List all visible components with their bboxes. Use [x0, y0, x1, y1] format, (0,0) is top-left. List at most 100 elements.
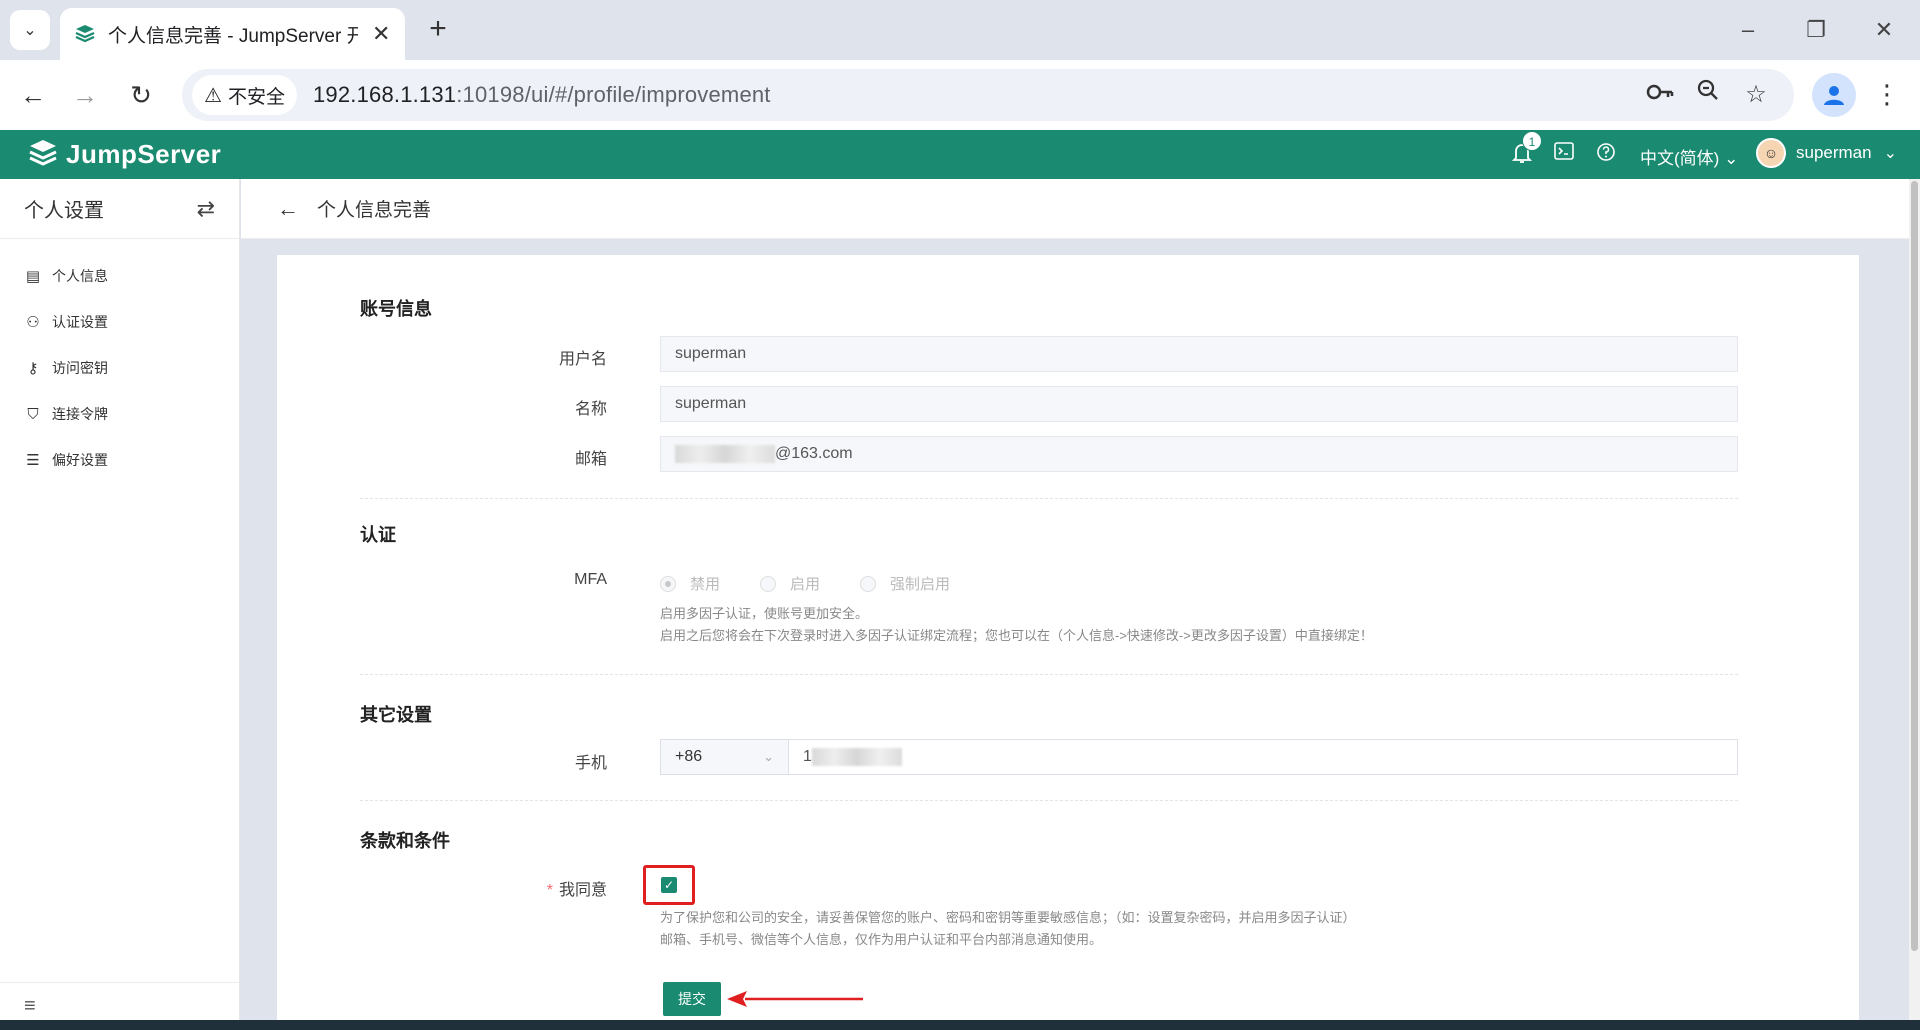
chevron-down-icon: ⌄: [1883, 145, 1898, 162]
address-bar[interactable]: ⚠ 不安全 192.168.1.131:10198/ui/#/profile/i…: [182, 69, 1794, 121]
mfa-option-enable[interactable]: 启用: [760, 573, 820, 594]
country-code-select[interactable]: +86 ⌄: [661, 740, 789, 774]
sidebar-header: 个人设置 ⇄: [0, 179, 239, 239]
help-icon[interactable]: [1596, 142, 1616, 168]
close-icon[interactable]: ✕: [372, 21, 390, 47]
browser-toolbar: ← → ↻ ⚠ 不安全 192.168.1.131:10198/ui/#/pro…: [0, 60, 1920, 130]
window-close-button[interactable]: ✕: [1864, 12, 1904, 48]
auth-section-title: 认证: [360, 525, 396, 545]
user-auth-icon: ⚇: [26, 314, 40, 331]
phone-label: 手机: [574, 755, 607, 772]
sidebar-title: 个人设置: [24, 200, 104, 222]
mfa-label: MFA: [574, 571, 607, 588]
agree-label-text: 我同意: [558, 882, 607, 899]
page-title: 个人信息完善: [317, 200, 432, 221]
radio-label: 启用: [790, 576, 821, 593]
terms-help-line-1: 为了保护您和公司的安全，请妥善保管您的账户、密码和密钥等重要敏感信息；（如：设置…: [660, 910, 1356, 925]
avatar: ☺: [1756, 138, 1786, 168]
sidebar-item-connection-token[interactable]: ⛉ 连接令牌: [0, 391, 239, 437]
sidebar-item-label: 认证设置: [52, 314, 108, 330]
security-label: 不安全: [227, 86, 285, 108]
terminal-icon[interactable]: [1554, 142, 1574, 166]
terms-section-title: 条款和条件: [360, 831, 450, 851]
blurred-text: [811, 748, 902, 766]
sidebar-item-preferences[interactable]: ☰ 偏好设置: [0, 437, 239, 483]
logo[interactable]: JumpServer: [28, 138, 221, 170]
name-input[interactable]: superman: [660, 386, 1738, 422]
name-label: 名称: [574, 401, 607, 418]
language-selector[interactable]: 中文(简体) ⌄: [1640, 144, 1738, 169]
notification-badge: 1: [1522, 131, 1542, 151]
minimize-button[interactable]: –: [1728, 12, 1768, 48]
form-card: 账号信息 用户名 superman 名称 superman 邮箱 @163.co…: [277, 255, 1859, 1030]
forward-button[interactable]: →: [66, 76, 104, 114]
tab-title: 个人信息完善 - JumpServer 开: [108, 25, 358, 47]
profile-button[interactable]: [1812, 73, 1856, 117]
radio-label: 禁用: [690, 576, 721, 593]
browser-menu-button[interactable]: ⋮: [1872, 76, 1902, 114]
mfa-option-force[interactable]: 强制启用: [860, 573, 950, 594]
url-host: 192.168.1.131: [312, 82, 457, 107]
id-card-icon: ▤: [25, 268, 41, 285]
phone-input[interactable]: 1: [789, 740, 902, 774]
browser-tabbar: ⌄ 个人信息完善 - JumpServer 开 ✕ + – ❐ ✕: [0, 0, 1920, 60]
jumpserver-favicon-icon: [75, 25, 95, 43]
username-input[interactable]: superman: [660, 336, 1738, 372]
scrollbar-thumb[interactable]: [1911, 181, 1918, 951]
chevron-down-icon: ⌄: [763, 749, 774, 764]
agree-label: * 我同意: [477, 876, 607, 900]
phone-prefix: 1: [803, 748, 812, 765]
email-input[interactable]: @163.com: [660, 436, 1738, 472]
tab-search-button[interactable]: ⌄: [10, 10, 50, 50]
mfa-help-line-2: 启用之后您将会在下次登录时进入多因子认证绑定流程；您也可以在（个人信息->快速修…: [660, 628, 1373, 643]
security-indicator[interactable]: ⚠ 不安全: [192, 75, 297, 115]
page-scrollbar[interactable]: [1909, 179, 1920, 1030]
back-arrow-icon[interactable]: ←: [277, 196, 299, 222]
username-label: 用户名: [558, 351, 607, 368]
sidebar: 个人设置 ⇄ ▤ 个人信息 ⚇ 认证设置 ⚷ 访问密钥 ⛉ 连接令牌 ☰ 偏好设…: [0, 179, 240, 1030]
browser-tab[interactable]: 个人信息完善 - JumpServer 开 ✕: [60, 8, 405, 60]
mfa-option-disable[interactable]: 禁用: [660, 573, 720, 594]
switch-view-icon[interactable]: ⇄: [197, 196, 215, 222]
email-suffix: @163.com: [775, 445, 853, 462]
sidebar-item-access-key[interactable]: ⚷ 访问密钥: [0, 345, 239, 391]
radio-button: [860, 575, 876, 592]
token-icon: ⛉: [27, 405, 39, 423]
jumpserver-logo-icon: [29, 140, 57, 166]
url-path: :10198/ui/#/profile/improvement: [456, 82, 771, 107]
bookmark-star-icon[interactable]: ☆: [1738, 77, 1774, 113]
user-menu[interactable]: ☺ superman ⌄: [1756, 138, 1897, 168]
sidebar-item-auth[interactable]: ⚇ 认证设置: [0, 299, 239, 345]
mfa-help-line-1: 启用多因子认证，使账号更加安全。: [660, 606, 869, 621]
account-section-title: 账号信息: [360, 299, 432, 319]
agree-checkbox[interactable]: ✓: [661, 877, 677, 893]
highlight-box: ✓: [643, 865, 695, 905]
warning-icon: ⚠: [204, 84, 222, 107]
key-icon: ⚷: [27, 360, 39, 377]
radio-button: [660, 575, 676, 592]
blurred-text: [675, 444, 775, 463]
os-taskbar: [0, 1020, 1920, 1030]
annotation-arrow-icon: [727, 991, 863, 1007]
email-label: 邮箱: [574, 451, 607, 468]
sidebar-item-label: 访问密钥: [52, 360, 108, 376]
section-divider: [360, 674, 1738, 675]
chevron-down-icon: ⌄: [23, 22, 37, 39]
section-divider: [360, 800, 1738, 801]
sidebar-item-label: 连接令牌: [52, 406, 108, 422]
url-text[interactable]: 192.168.1.131:10198/ui/#/profile/improve…: [313, 82, 771, 108]
sidebar-item-profile[interactable]: ▤ 个人信息: [0, 253, 239, 299]
new-tab-button[interactable]: +: [420, 12, 456, 48]
sliders-icon: ☰: [26, 452, 40, 469]
other-section-title: 其它设置: [360, 705, 432, 725]
restore-button[interactable]: ❐: [1796, 12, 1836, 48]
reload-button[interactable]: ↻: [122, 76, 160, 114]
password-key-icon[interactable]: [1642, 77, 1678, 113]
language-label: 中文(简体): [1640, 149, 1720, 168]
app-header: JumpServer 1 中文(简体) ⌄ ☺ superman ⌄: [0, 130, 1920, 179]
submit-button[interactable]: 提交: [663, 982, 721, 1016]
back-button[interactable]: ←: [14, 76, 52, 114]
zoom-icon[interactable]: [1690, 77, 1726, 113]
radio-button: [760, 575, 776, 592]
terms-help-line-2: 邮箱、手机号、微信等个人信息，仅作为用户认证和平台内部消息通知使用。: [660, 932, 1103, 947]
